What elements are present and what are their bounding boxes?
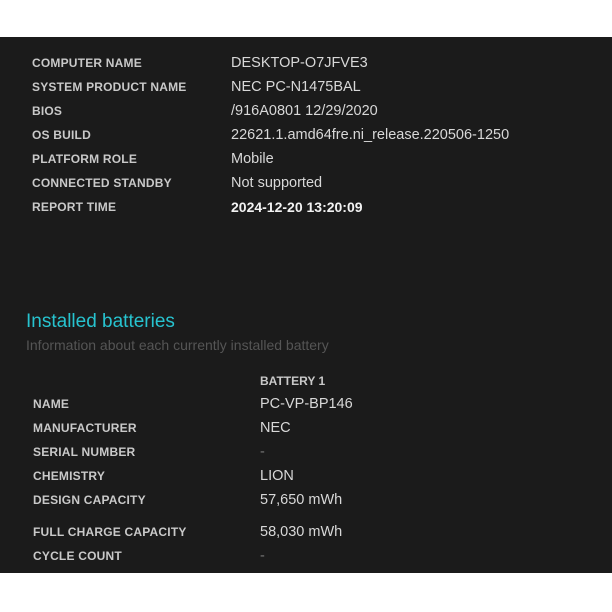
row-value: 2024-12-20 13:20:09 (231, 199, 363, 215)
row-label: SYSTEM PRODUCT NAME (32, 80, 187, 94)
row-value: LION (260, 468, 294, 484)
battery-column-header: BATTERY 1 (260, 374, 326, 388)
row-label: FULL CHARGE CAPACITY (33, 525, 187, 539)
row-value: 22621.1.amd64fre.ni_release.220506-1250 (231, 127, 510, 143)
row-label: BIOS (32, 104, 63, 118)
row-label: DESIGN CAPACITY (33, 493, 146, 507)
section-title: Installed batteries (26, 311, 175, 332)
battery-row-serial-number: SERIAL NUMBER - (0, 440, 612, 464)
row-value: PC-VP-BP146 (260, 396, 353, 412)
section-subtitle: Information about each currently install… (26, 337, 329, 353)
row-label: CHEMISTRY (33, 469, 106, 483)
row-label: COMPUTER NAME (32, 56, 142, 70)
system-row-computer-name: COMPUTER NAME DESKTOP-O7JFVE3 (0, 51, 612, 75)
row-value: DESKTOP-O7JFVE3 (231, 55, 368, 71)
battery-row-manufacturer: MANUFACTURER NEC (0, 416, 612, 440)
row-value: /916A0801 12/29/2020 (231, 103, 378, 119)
row-label: SERIAL NUMBER (33, 445, 136, 459)
system-row-os-build: OS BUILD 22621.1.amd64fre.ni_release.2205… (0, 123, 612, 147)
row-label: REPORT TIME (32, 200, 117, 214)
row-label: CONNECTED STANDBY (32, 176, 172, 190)
system-row-connected-standby: CONNECTED STANDBY Not supported (0, 171, 612, 195)
row-label: PLATFORM ROLE (32, 152, 138, 166)
row-value: - (260, 548, 265, 564)
battery-row-name: NAME PC-VP-BP146 (0, 392, 612, 416)
battery-row-cycle-count: CYCLE COUNT - (0, 544, 612, 568)
row-label: CYCLE COUNT (33, 549, 122, 563)
battery-row-chemistry: CHEMISTRY LION (0, 464, 612, 488)
row-value: 58,030 mWh (260, 524, 343, 540)
system-row-platform-role: PLATFORM ROLE Mobile (0, 147, 612, 171)
row-value: NEC (260, 420, 291, 436)
system-row-product-name: SYSTEM PRODUCT NAME NEC PC-N1475BAL (0, 75, 612, 99)
system-row-report-time: REPORT TIME 2024-12-20 13:20:09 (0, 195, 612, 219)
row-value: NEC PC-N1475BAL (231, 79, 361, 95)
row-value: - (260, 444, 265, 460)
battery-row-full-charge-capacity: FULL CHARGE CAPACITY 58,030 mWh (0, 520, 612, 544)
row-label: MANUFACTURER (33, 421, 137, 435)
row-value: Mobile (231, 151, 274, 167)
row-label: NAME (33, 397, 70, 411)
row-value: 57,650 mWh (260, 492, 343, 508)
row-value: Not supported (231, 175, 323, 191)
row-label: OS BUILD (32, 128, 91, 142)
battery-row-design-capacity: DESIGN CAPACITY 57,650 mWh (0, 488, 612, 512)
system-row-bios: BIOS/916A0801 12/29/2020 (0, 99, 612, 123)
